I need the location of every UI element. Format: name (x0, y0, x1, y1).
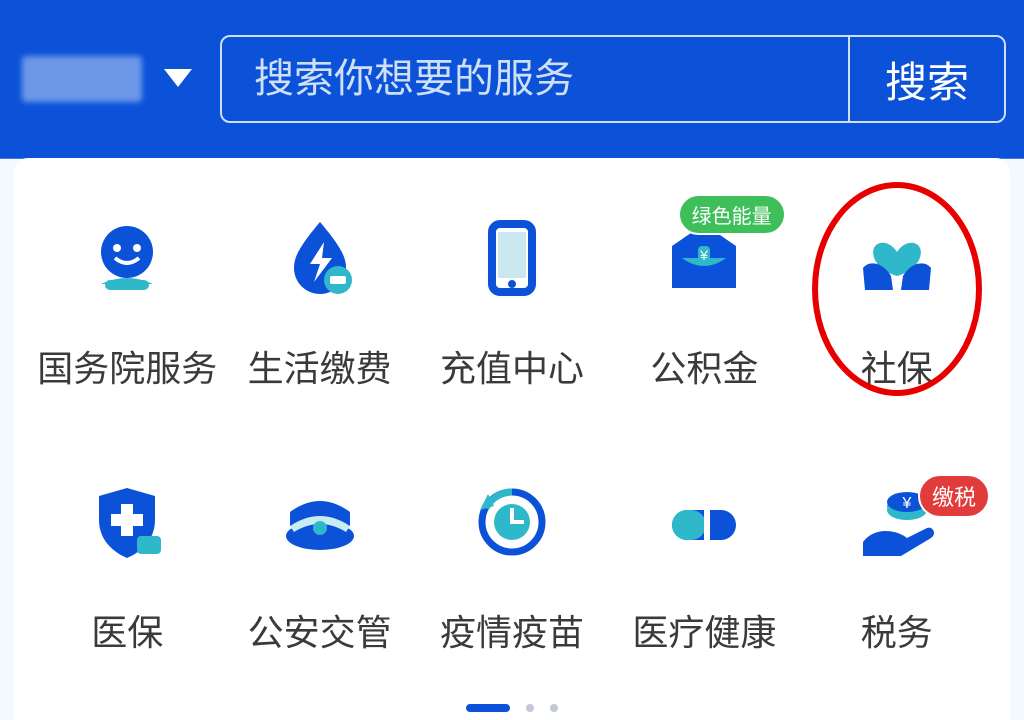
badge-red: 缴税 (918, 474, 990, 518)
clock-refresh-icon (472, 482, 552, 562)
city-name-blurred (22, 56, 142, 102)
hands-heart-icon (857, 218, 937, 298)
svg-text:¥: ¥ (901, 495, 911, 512)
tile-label: 国务院服务 (37, 340, 217, 392)
header: 搜索 (0, 0, 1024, 158)
emblem-icon (87, 218, 167, 298)
tile-label: 公安交管 (248, 604, 392, 656)
shield-plus-icon (87, 482, 167, 562)
search-bar: 搜索 (220, 35, 1006, 123)
tile-label: 充值中心 (440, 340, 584, 392)
services-panel: 国务院服务 生活缴费 充值中心 (14, 158, 1010, 720)
pager-dot (550, 704, 558, 712)
tile-label: 医保 (91, 604, 163, 656)
waterdrop-lightning-icon (280, 218, 360, 298)
search-input[interactable] (222, 37, 848, 121)
pager-dot (526, 704, 534, 712)
tile-social-insurance[interactable]: 社保 (806, 218, 988, 392)
tile-label: 生活缴费 (248, 340, 392, 392)
tile-medical-insurance[interactable]: 医保 (36, 482, 218, 656)
badge-green: 绿色能量 (678, 194, 786, 235)
tile-police-traffic[interactable]: 公安交管 (228, 482, 410, 656)
tile-label: 医疗健康 (632, 604, 776, 656)
tile-topup-center[interactable]: 充值中心 (421, 218, 603, 392)
pill-icon (664, 482, 744, 562)
tile-housing-fund[interactable]: 绿色能量 ¥ 公积金 (613, 218, 795, 392)
tile-label: 疫情疫苗 (440, 604, 584, 656)
search-button[interactable]: 搜索 (848, 37, 1004, 121)
tile-epidemic-vaccine[interactable]: 疫情疫苗 (421, 482, 603, 656)
tile-medical-health[interactable]: 医疗健康 (613, 482, 795, 656)
page-indicator (36, 704, 988, 712)
tile-utility-bills[interactable]: 生活缴费 (228, 218, 410, 392)
tile-label: 公积金 (650, 340, 758, 392)
city-selector[interactable] (22, 56, 192, 102)
pager-active (466, 704, 510, 712)
tile-state-council-services[interactable]: 国务院服务 (36, 218, 218, 392)
chevron-down-icon (164, 69, 192, 89)
phone-icon (472, 218, 552, 298)
svg-text:¥: ¥ (699, 247, 708, 263)
tile-label: 社保 (861, 340, 933, 392)
services-grid: 国务院服务 生活缴费 充值中心 (36, 218, 988, 656)
tile-taxes[interactable]: 缴税 ¥ 税务 (806, 482, 988, 656)
tile-label: 税务 (861, 604, 933, 656)
police-cap-icon (280, 482, 360, 562)
